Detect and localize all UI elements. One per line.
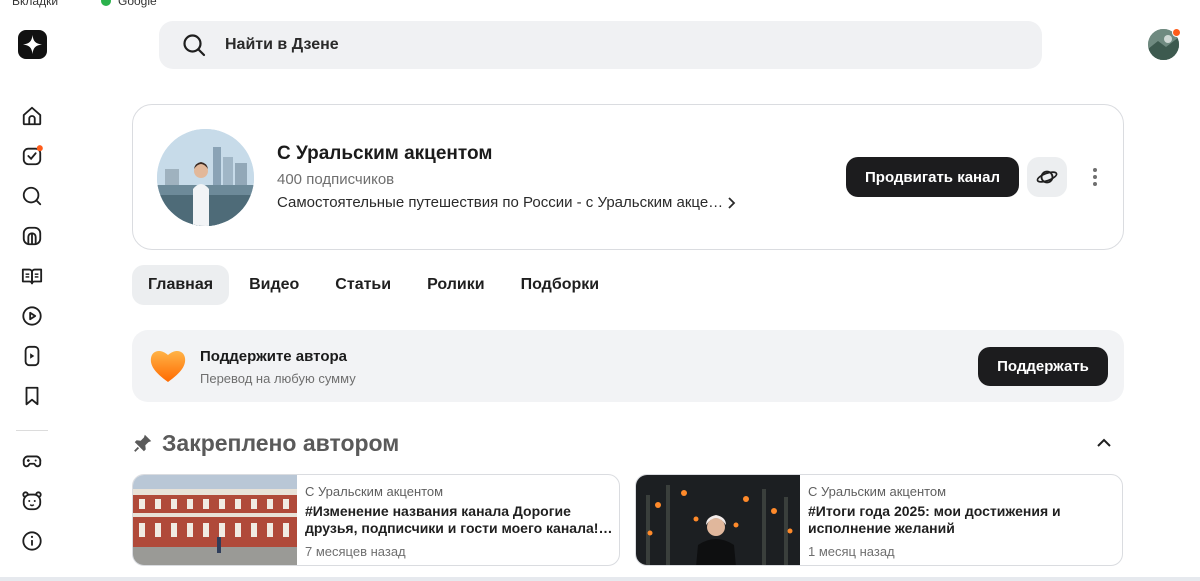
kids-icon	[22, 491, 42, 511]
shorts-icon	[24, 345, 40, 367]
more-options-button[interactable]	[1085, 165, 1105, 189]
support-button[interactable]: Поддержать	[978, 347, 1108, 386]
search-bar[interactable]: Найти в Дзене	[159, 21, 1042, 69]
sidebar-item-home[interactable]	[20, 104, 44, 128]
tab-shorts[interactable]: Ролики	[411, 265, 501, 305]
more-vertical-icon	[1093, 168, 1097, 186]
post-date: 1 месяц назад	[808, 544, 895, 559]
info-icon	[22, 531, 42, 551]
sidebar-item-games[interactable]	[20, 449, 44, 473]
chevron-right-icon	[728, 196, 736, 209]
subscriber-count: 400 подписчиков	[277, 171, 395, 188]
post-channel: С Уральским акцентом	[305, 484, 444, 499]
support-title: Поддержите автора	[200, 348, 347, 365]
sidebar-item-video[interactable]	[20, 304, 44, 328]
post-thumbnail	[133, 475, 297, 565]
sidebar-item-shorts[interactable]	[20, 344, 44, 368]
search-icon	[183, 34, 206, 57]
post-channel: С Уральским акцентом	[808, 484, 947, 499]
sidebar-item-articles[interactable]	[20, 264, 44, 288]
star-icon	[23, 35, 42, 54]
tab-collections[interactable]: Подборки	[505, 265, 616, 305]
promote-channel-button[interactable]: Продвигать канал	[846, 157, 1019, 197]
sidebar-item-subscriptions[interactable]	[20, 144, 44, 168]
post-thumbnail	[636, 475, 800, 565]
bookmarks-label[interactable]: Вкладки	[12, 0, 58, 8]
articles-icon	[21, 268, 43, 285]
notification-badge	[1172, 28, 1181, 37]
subscriptions-icon	[22, 145, 43, 166]
google-bookmark[interactable]: Google	[118, 0, 157, 8]
video-icon	[22, 306, 42, 326]
sidebar-item-bookmarks[interactable]	[20, 384, 44, 408]
google-icon	[101, 0, 111, 6]
pinned-post-card[interactable]: С Уральским акцентом #Итоги года 2025: м…	[635, 474, 1123, 566]
pinned-post-card[interactable]: С Уральским акцентом #Изменение названия…	[132, 474, 620, 566]
post-title[interactable]: #Изменение названия канала Дорогие друзь…	[305, 503, 613, 537]
games-icon	[22, 455, 42, 468]
channel-avatar[interactable]	[157, 129, 254, 226]
heart-icon	[150, 351, 186, 382]
bookmark-icon	[25, 386, 39, 406]
sidebar-divider	[16, 430, 48, 431]
pin-icon	[134, 434, 152, 452]
planet-icon	[1036, 170, 1058, 184]
collapse-button[interactable]	[1094, 433, 1114, 453]
user-avatar[interactable]	[1148, 28, 1181, 60]
post-title[interactable]: #Итоги года 2025: мои достижения и испол…	[808, 503, 1116, 537]
tab-articles[interactable]: Статьи	[319, 265, 407, 305]
search-icon	[22, 186, 42, 206]
tab-video[interactable]: Видео	[233, 265, 315, 305]
home-icon	[22, 106, 42, 126]
tab-main[interactable]: Главная	[132, 265, 230, 305]
browser-bookmarks-bar: Вкладки Google	[0, 0, 1200, 9]
sidebar-item-info[interactable]	[20, 529, 44, 553]
taskbar-edge	[0, 577, 1200, 581]
support-author-banner: Поддержите автора Перевод на любую сумму…	[132, 330, 1124, 402]
sidebar-item-kids[interactable]	[20, 489, 44, 513]
planet-button[interactable]	[1027, 157, 1067, 197]
channel-header-card: С Уральским акцентом 400 подписчиков Сам…	[132, 104, 1124, 250]
channel-description-text: Самостоятельные путешествия по России - …	[277, 194, 724, 211]
pinned-title: Закреплено автором	[162, 429, 400, 456]
search-input[interactable]: Найти в Дзене	[225, 36, 339, 54]
sidebar-item-media[interactable]	[20, 224, 44, 248]
channel-tabs: Главная Видео Статьи Ролики Подборки	[132, 265, 619, 305]
dzen-logo[interactable]	[18, 30, 47, 59]
support-subtitle: Перевод на любую сумму	[200, 371, 356, 386]
sidebar-item-search[interactable]	[20, 184, 44, 208]
post-date: 7 месяцев назад	[305, 544, 406, 559]
media-icon	[22, 226, 42, 246]
channel-name: С Уральским акцентом	[277, 143, 493, 164]
pinned-section-header: Закреплено автором	[132, 428, 1124, 458]
channel-avatar-image	[157, 129, 254, 226]
channel-description[interactable]: Самостоятельные путешествия по России - …	[277, 194, 737, 211]
chevron-up-icon	[1097, 438, 1111, 447]
